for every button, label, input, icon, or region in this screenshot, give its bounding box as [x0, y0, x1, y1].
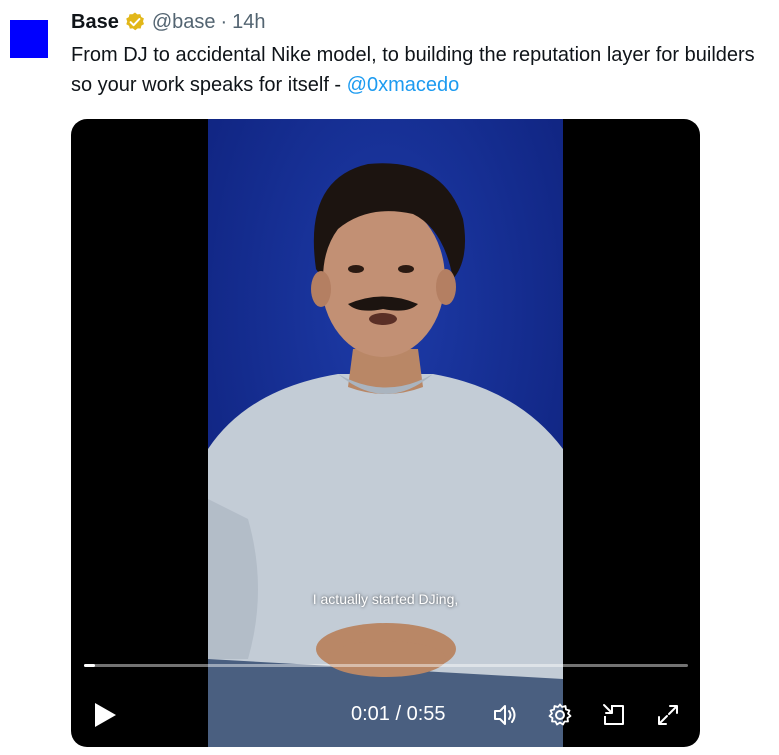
video-frame — [208, 119, 563, 747]
tweet-header: Base @base · 14h — [71, 8, 266, 36]
author-name[interactable]: Base — [71, 11, 119, 34]
progress-fill — [84, 664, 95, 667]
video-timecode: 0:01 / 0:55 — [351, 703, 446, 726]
video-player[interactable]: I actually started DJing, 0:01 / 0:55 — [71, 119, 700, 747]
video-controls: 0:01 / 0:55 — [71, 694, 700, 736]
fullscreen-icon[interactable] — [655, 702, 681, 728]
verified-badge-icon — [124, 11, 146, 33]
video-subtitle: I actually started DJing, — [312, 591, 459, 607]
duration: 0:55 — [406, 703, 446, 725]
picture-in-picture-icon[interactable] — [601, 702, 627, 728]
progress-bar[interactable] — [84, 664, 688, 667]
gear-icon[interactable] — [547, 702, 573, 728]
separator-dot: · — [220, 10, 228, 33]
author-handle[interactable]: @base — [152, 11, 216, 34]
mention-link[interactable]: @0xmacedo — [347, 74, 460, 96]
tweet-timestamp[interactable]: 14h — [232, 11, 265, 34]
tweet-text: From DJ to accidental Nike model, to bui… — [71, 40, 776, 100]
volume-icon[interactable] — [492, 702, 518, 728]
current-time: 0:01 — [351, 703, 390, 725]
play-icon[interactable] — [90, 700, 120, 730]
time-separator: / — [395, 703, 402, 725]
avatar[interactable] — [10, 20, 48, 58]
